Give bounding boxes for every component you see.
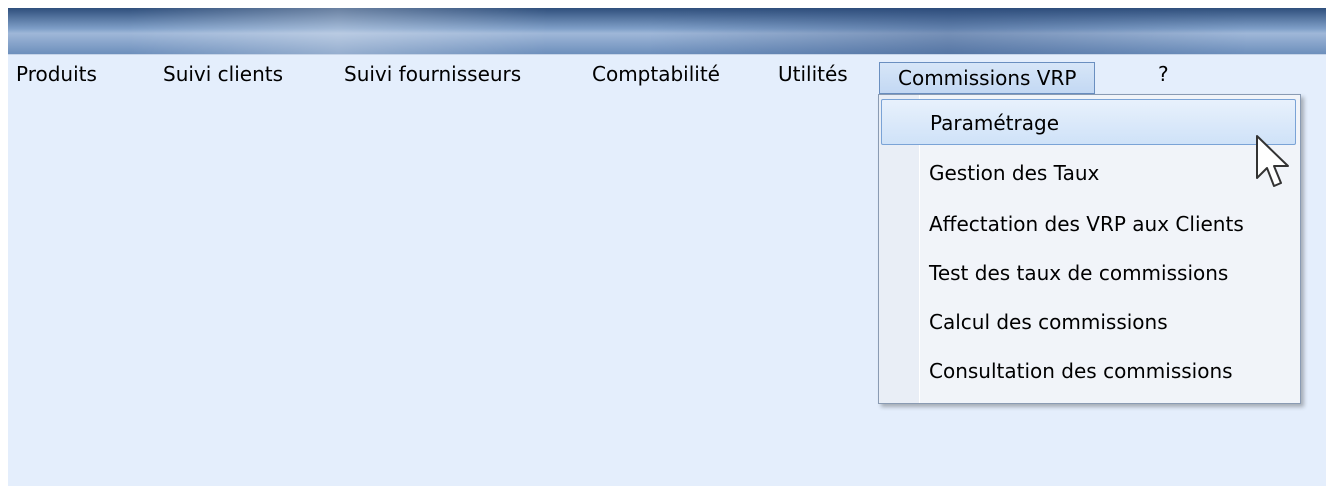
menu-item-parametrage[interactable]: Paramétrage (881, 99, 1296, 145)
title-bar-glass-shadow (648, 8, 1248, 54)
menu-item-label: Consultation des commissions (929, 359, 1233, 383)
menu-item-label: Gestion des Taux (929, 161, 1100, 185)
menu-suivi-fournisseurs[interactable]: Suivi fournisseurs (344, 58, 521, 90)
title-bar[interactable] (8, 8, 1326, 55)
menu-item-label: Paramétrage (930, 111, 1060, 135)
menu-help[interactable]: ? (1158, 58, 1169, 90)
menu-suivi-clients[interactable]: Suivi clients (163, 58, 283, 90)
menu-produits[interactable]: Produits (16, 58, 97, 90)
menu-item-test-taux-commissions[interactable]: Test des taux de commissions (881, 250, 1296, 296)
menu-item-gestion-des-taux[interactable]: Gestion des Taux (881, 150, 1296, 196)
menu-item-label: Test des taux de commissions (929, 261, 1229, 285)
mouse-pointer-icon (1256, 135, 1289, 187)
menu-item-affectation-vrp-clients[interactable]: Affectation des VRP aux Clients (881, 201, 1296, 247)
commissions-vrp-dropdown: Paramétrage Gestion des Taux Affectation… (878, 94, 1301, 404)
application-window: Produits Suivi clients Suivi fournisseur… (8, 8, 1326, 486)
title-bar-glass-highlight (128, 8, 548, 54)
menu-commissions-vrp[interactable]: Commissions VRP (879, 62, 1096, 94)
menu-item-calcul-commissions[interactable]: Calcul des commissions (881, 299, 1296, 345)
menu-comptabilite[interactable]: Comptabilité (592, 58, 720, 90)
menu-item-label: Calcul des commissions (929, 310, 1168, 334)
menu-item-consultation-commissions[interactable]: Consultation des commissions (881, 348, 1296, 394)
menu-utilites[interactable]: Utilités (778, 58, 848, 90)
menu-item-label: Affectation des VRP aux Clients (929, 212, 1244, 236)
